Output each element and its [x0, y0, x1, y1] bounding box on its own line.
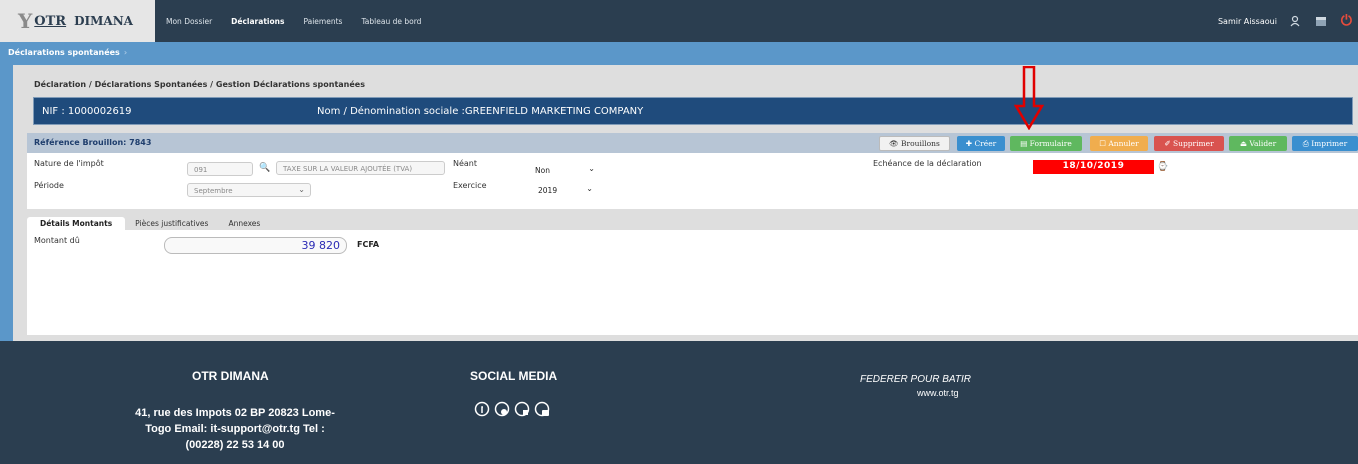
echeance-label: Echéance de la déclaration — [873, 159, 982, 168]
nav-paiements[interactable]: Paiements — [303, 17, 342, 26]
taxpayer-bar: NIF : 1000002619 Nom / Dénomination soci… — [33, 97, 1353, 125]
periode-label: Période — [34, 181, 64, 190]
logo[interactable]: Y OTR DIMANA — [0, 0, 155, 42]
valider-button[interactable]: ⏏ Valider — [1229, 136, 1287, 151]
periode-select[interactable]: Septembre ⌄ — [187, 183, 311, 197]
youtube-icon[interactable] — [534, 401, 552, 419]
annotation-arrow-icon — [1014, 66, 1044, 130]
calendar-icon[interactable] — [1315, 15, 1327, 27]
nature-label: Nature de l'impôt — [34, 159, 104, 168]
formulaire-label: Formulaire — [1029, 139, 1072, 148]
formulaire-button[interactable]: ▤ Formulaire — [1010, 136, 1082, 151]
imprimer-button[interactable]: ⎙ Imprimer — [1292, 136, 1358, 151]
calendar-clock-icon[interactable]: ⌚ — [1157, 162, 1168, 172]
social-links — [474, 401, 554, 419]
reference-toolbar: Référence Brouillon: 7843 👁 Brouillons ✚… — [27, 133, 1358, 153]
square-icon: ☐ — [1099, 139, 1109, 148]
footer-slogan: FEDERER POUR BATIR — [860, 374, 971, 385]
periode-value: Septembre — [194, 187, 233, 195]
declaration-form: Nature de l'impôt 091 🔍 TAXE SUR LA VALE… — [27, 153, 1358, 209]
breadcrumb-gestion: Gestion Déclarations spontanées — [215, 80, 365, 89]
eye-icon: 👁 — [889, 139, 902, 148]
breadcrumb-declarations-spontanees[interactable]: Déclarations Spontanées — [95, 80, 208, 89]
nif-label: NIF : 1000002619 — [42, 106, 132, 117]
eraser-icon: ✐ — [1164, 139, 1173, 148]
section-title[interactable]: Déclarations spontanées — [8, 48, 120, 57]
address-line-2: Togo Email: it-support@otr.tg Tel : — [145, 423, 325, 435]
address-line-3: (00228) 22 53 14 00 — [185, 439, 285, 451]
user-area: Samir Aissaoui ⏻ — [1218, 0, 1358, 42]
logo-otr-text: OTR — [34, 13, 67, 29]
valider-label: Valider — [1249, 139, 1277, 148]
currency-label: FCFA — [357, 240, 380, 249]
twitter-icon[interactable] — [494, 401, 512, 419]
company-name: Nom / Dénomination sociale :GREENFIELD M… — [317, 106, 644, 117]
annuler-button[interactable]: ☐ Annuler — [1090, 136, 1148, 151]
neant-select[interactable]: Non ⌄ — [529, 162, 599, 178]
chevron-right-icon: › — [123, 48, 128, 57]
breadcrumb-declaration[interactable]: Déclaration — [34, 80, 86, 89]
supprimer-label: Supprimer — [1172, 139, 1214, 148]
brouillons-label: Brouillons — [901, 139, 940, 148]
tab-details-montants[interactable]: Détails Montants — [27, 217, 126, 230]
eject-icon: ⏏ — [1239, 139, 1250, 148]
main-content: Déclaration / Déclarations Spontanées / … — [13, 65, 1358, 341]
tab-panel: Montant dû 39 820 FCFA — [27, 230, 1358, 335]
nav-tableau-de-bord[interactable]: Tableau de bord — [361, 17, 421, 26]
social-media-title: SOCIAL MEDIA — [470, 369, 558, 383]
chevron-down-icon: ⌄ — [588, 164, 595, 173]
user-icon[interactable] — [1289, 15, 1301, 27]
reference-label: Référence Brouillon: 7843 — [34, 138, 152, 147]
top-navbar: Y OTR DIMANA Mon Dossier Déclarations Pa… — [0, 0, 1358, 42]
creer-button[interactable]: ✚ Créer — [957, 136, 1005, 151]
tab-annexes[interactable]: Annexes — [218, 217, 270, 230]
chevron-down-icon: ⌄ — [586, 184, 593, 193]
nav-mon-dossier[interactable]: Mon Dossier — [166, 17, 212, 26]
section-bar: Déclarations spontanées › — [0, 42, 1358, 65]
footer: OTR DIMANA 41, rue des Impots 02 BP 2082… — [0, 341, 1358, 464]
imprimer-label: Imprimer — [1311, 139, 1348, 148]
supprimer-button[interactable]: ✐ Supprimer — [1154, 136, 1224, 151]
otr-logo-icon: Y — [18, 9, 33, 33]
facebook-icon[interactable] — [474, 401, 492, 419]
tab-pieces-justificatives[interactable]: Pièces justificatives — [125, 217, 218, 230]
footer-title: OTR DIMANA — [192, 369, 269, 383]
creer-label: Créer — [974, 139, 997, 148]
nature-code-field[interactable]: 091 — [187, 162, 253, 176]
echeance-value: 18/10/2019 — [1033, 160, 1154, 174]
exercice-label: Exercice — [453, 181, 487, 190]
exercice-select[interactable]: 2019 ⌄ — [532, 182, 597, 198]
search-icon[interactable]: 🔍 — [259, 163, 270, 173]
montant-label: Montant dû — [34, 236, 80, 245]
print-icon: ⎙ — [1302, 138, 1312, 148]
neant-value: Non — [535, 166, 550, 175]
annuler-label: Annuler — [1108, 139, 1139, 148]
user-name[interactable]: Samir Aissaoui — [1218, 17, 1277, 26]
main-menu: Mon Dossier Déclarations Paiements Table… — [166, 0, 440, 42]
chevron-down-icon: ⌄ — [298, 185, 305, 194]
nav-declarations[interactable]: Déclarations — [231, 17, 284, 26]
footer-url[interactable]: www.otr.tg — [917, 388, 959, 398]
neant-label: Néant — [453, 159, 478, 168]
power-icon[interactable]: ⏻ — [1341, 13, 1352, 29]
nature-desc-field: TAXE SUR LA VALEUR AJOUTÉE (TVA) — [276, 161, 445, 175]
address-line-1: 41, rue des Impots 02 BP 20823 Lome- — [135, 407, 335, 419]
exercice-value: 2019 — [538, 186, 558, 195]
logo-dimana-text: DIMANA — [74, 14, 133, 28]
plus-icon: ✚ — [965, 139, 975, 148]
linkedin-icon[interactable] — [514, 401, 532, 419]
montant-input[interactable]: 39 820 — [164, 237, 347, 254]
footer-address: 41, rue des Impots 02 BP 20823 Lome- Tog… — [125, 405, 345, 453]
brouillons-button[interactable]: 👁 Brouillons — [879, 136, 950, 151]
form-icon: ▤ — [1020, 139, 1030, 148]
tab-bar: Détails Montants Pièces justificatives A… — [27, 217, 270, 230]
breadcrumb: Déclaration / Déclarations Spontanées / … — [34, 80, 365, 89]
